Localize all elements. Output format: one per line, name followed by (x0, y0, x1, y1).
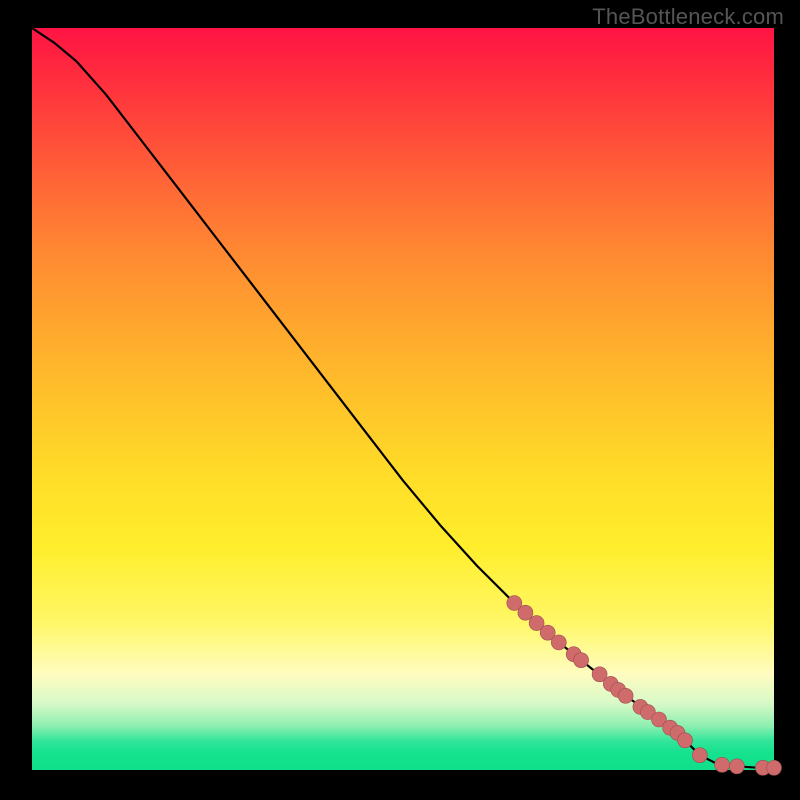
bottleneck-curve (32, 28, 774, 768)
highlight-dot (729, 759, 744, 774)
watermark-text: TheBottleneck.com (592, 4, 784, 30)
highlight-dot (574, 653, 589, 668)
chart-frame: TheBottleneck.com (0, 0, 800, 800)
highlight-dot (692, 748, 707, 763)
highlight-dot (767, 760, 782, 775)
highlight-dot (551, 635, 566, 650)
highlight-dot (618, 688, 633, 703)
highlight-dot (715, 757, 730, 772)
highlight-dot (678, 733, 693, 748)
plot-area (32, 28, 774, 770)
highlight-dots-group (507, 596, 782, 776)
highlight-dot (518, 605, 533, 620)
curve-layer (32, 28, 774, 770)
